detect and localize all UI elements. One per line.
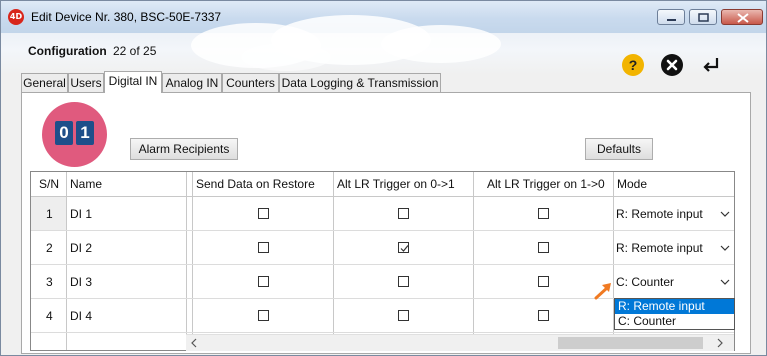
alt-1-0-checkbox[interactable] bbox=[538, 208, 549, 219]
row-name[interactable]: DI 2 bbox=[70, 241, 92, 255]
column-header-name[interactable]: Name bbox=[70, 177, 103, 191]
row-sn: 3 bbox=[46, 275, 53, 289]
alarm-recipients-button[interactable]: Alarm Recipients bbox=[130, 138, 238, 160]
alt-0-1-checkbox[interactable] bbox=[398, 310, 409, 321]
tab-counters[interactable]: Counters bbox=[222, 73, 279, 92]
column-header-send-restore[interactable]: Send Data on Restore bbox=[196, 177, 315, 191]
logo-digit-1: 1 bbox=[76, 121, 94, 145]
alt-0-1-checkbox-checked[interactable] bbox=[398, 242, 409, 253]
row-name[interactable]: DI 1 bbox=[70, 207, 92, 221]
digital-in-logo: 0 1 bbox=[42, 102, 107, 167]
defaults-button[interactable]: Defaults bbox=[585, 138, 653, 160]
maximize-icon bbox=[698, 13, 709, 22]
pointer-arrow-icon bbox=[594, 283, 611, 300]
column-header-alt-1-0[interactable]: Alt LR Trigger on 1->0 bbox=[487, 177, 605, 191]
minimize-icon bbox=[667, 19, 676, 21]
row-sn: 1 bbox=[46, 207, 53, 221]
alt-0-1-checkbox[interactable] bbox=[398, 276, 409, 287]
column-header-alt-0-1[interactable]: Alt LR Trigger on 0->1 bbox=[337, 177, 455, 191]
mode-select-value[interactable]: C: Counter bbox=[616, 275, 674, 289]
mode-select-value[interactable]: R: Remote input bbox=[616, 207, 703, 221]
dropdown-option-remote-input[interactable]: R: Remote input bbox=[615, 299, 734, 314]
send-restore-checkbox[interactable] bbox=[258, 310, 269, 321]
mode-select-value[interactable]: R: Remote input bbox=[616, 241, 703, 255]
configuration-label: Configuration bbox=[28, 44, 107, 58]
send-restore-checkbox[interactable] bbox=[258, 276, 269, 287]
column-header-mode[interactable]: Mode bbox=[617, 177, 648, 191]
tab-data-logging[interactable]: Data Logging & Transmission bbox=[279, 73, 441, 92]
chevron-down-icon[interactable] bbox=[720, 279, 730, 285]
send-restore-checkbox[interactable] bbox=[258, 242, 269, 253]
minimize-button[interactable] bbox=[657, 9, 685, 25]
tab-users[interactable]: Users bbox=[68, 73, 104, 92]
row-name[interactable]: DI 3 bbox=[70, 275, 92, 289]
logo-digit-0: 0 bbox=[55, 121, 73, 145]
tab-analog-in[interactable]: Analog IN bbox=[162, 73, 222, 92]
close-icon bbox=[737, 13, 749, 23]
dropdown-option-counter[interactable]: C: Counter bbox=[615, 314, 734, 329]
scrollbar-thumb[interactable] bbox=[558, 337, 703, 349]
send-restore-checkbox[interactable] bbox=[258, 208, 269, 219]
row-name[interactable]: DI 4 bbox=[70, 309, 92, 323]
chevron-down-icon[interactable] bbox=[720, 245, 730, 251]
edit-device-window: 4D Edit Device Nr. 380, BSC-50E-7337 Con… bbox=[0, 0, 767, 356]
column-header-sn[interactable]: S/N bbox=[39, 177, 60, 191]
enter-return-icon[interactable] bbox=[700, 54, 722, 76]
cancel-icon[interactable] bbox=[661, 54, 683, 76]
tab-digital-in[interactable]: Digital IN bbox=[104, 71, 162, 93]
help-icon[interactable]: ? bbox=[622, 54, 644, 76]
maximize-button[interactable] bbox=[689, 9, 717, 25]
window-title: Edit Device Nr. 380, BSC-50E-7337 bbox=[31, 10, 222, 24]
row-sn: 4 bbox=[46, 309, 53, 323]
row-sn: 2 bbox=[46, 241, 53, 255]
tab-general[interactable]: General bbox=[21, 73, 68, 92]
chevron-down-icon[interactable] bbox=[720, 211, 730, 217]
alt-1-0-checkbox[interactable] bbox=[538, 242, 549, 253]
close-window-button[interactable] bbox=[721, 9, 763, 25]
app-4d-icon: 4D bbox=[8, 9, 24, 25]
alt-1-0-checkbox[interactable] bbox=[538, 310, 549, 321]
scroll-left-icon[interactable] bbox=[190, 338, 198, 348]
scroll-right-icon[interactable] bbox=[716, 338, 724, 348]
alt-0-1-checkbox[interactable] bbox=[398, 208, 409, 219]
horizontal-scrollbar[interactable] bbox=[186, 334, 734, 351]
alt-1-0-checkbox[interactable] bbox=[538, 276, 549, 287]
configuration-count: 22 of 25 bbox=[113, 44, 157, 58]
checkmark-icon bbox=[400, 245, 409, 252]
mode-dropdown-list: R: Remote input C: Counter bbox=[614, 298, 735, 330]
